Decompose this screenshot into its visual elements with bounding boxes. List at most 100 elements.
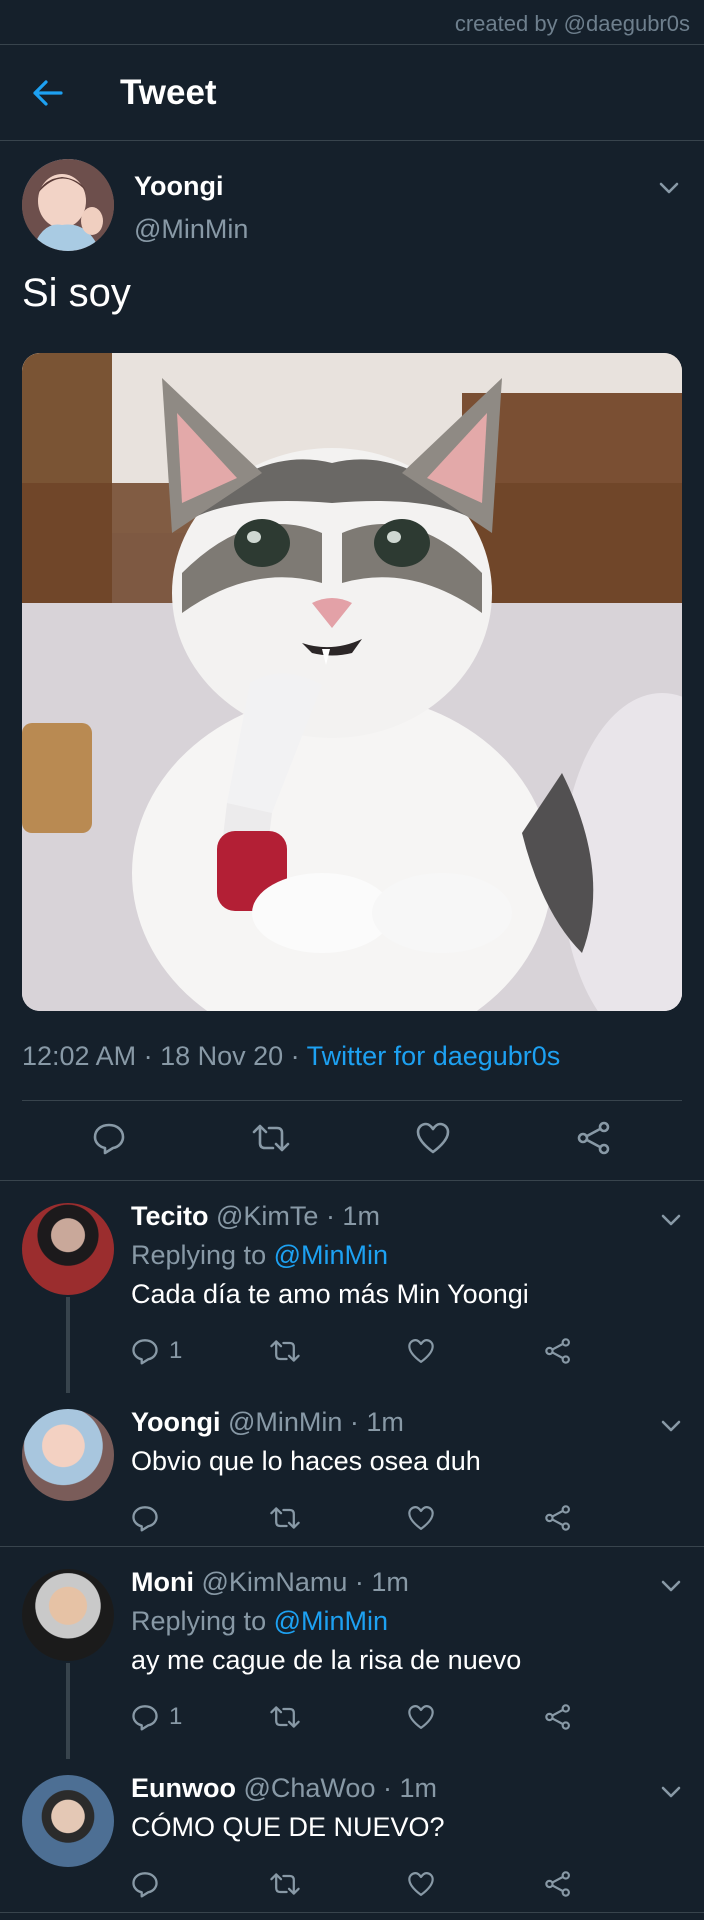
reply-action-bar: 1 <box>131 1321 682 1381</box>
like-button[interactable] <box>415 1121 451 1160</box>
heart-icon <box>407 1705 434 1729</box>
back-arrow-icon <box>33 79 63 106</box>
reply-item[interactable]: Moni @KimNamu · 1m Replying to @MinMin a… <box>0 1547 704 1759</box>
tweet-source-link[interactable]: Twitter for daegubr0s <box>307 1041 561 1071</box>
reply-button[interactable]: 1 <box>131 1703 269 1731</box>
retweet-button[interactable] <box>269 1504 407 1532</box>
retweet-button[interactable] <box>251 1121 291 1160</box>
author-handle[interactable]: @MinMin <box>134 214 248 245</box>
share-icon <box>545 1505 571 1531</box>
share-icon <box>545 1704 571 1730</box>
chevron-down-icon <box>659 182 679 194</box>
chevron-down-icon <box>661 1580 681 1592</box>
avatar[interactable] <box>22 159 114 251</box>
retweet-icon <box>252 1124 290 1152</box>
reply-meta: @MinMin · 1m <box>220 1407 404 1437</box>
share-icon <box>545 1871 571 1897</box>
replying-label: Replying to <box>131 1606 274 1636</box>
avatar-image <box>22 159 114 251</box>
retweet-button[interactable] <box>269 1703 407 1731</box>
reply-text: ay me cague de la risa de nuevo <box>131 1645 522 1675</box>
retweet-icon <box>270 1873 300 1895</box>
like-button[interactable] <box>407 1337 545 1365</box>
cat-photo <box>22 353 682 1011</box>
reply-meta: @KimTe · 1m <box>208 1201 380 1231</box>
retweet-icon <box>270 1507 300 1529</box>
reply-button[interactable]: 1 <box>131 1337 269 1365</box>
reply-icon <box>93 1123 125 1155</box>
reply-count: 1 <box>169 1703 183 1730</box>
reply-menu-button[interactable] <box>660 1579 682 1598</box>
reply-text: Cada día te amo más Min Yoongi <box>131 1279 529 1309</box>
watermark-text: created by @daegubr0s <box>0 0 704 45</box>
reply-menu-button[interactable] <box>660 1213 682 1232</box>
reply-text: Obvio que lo haces osea duh <box>131 1446 481 1476</box>
reply-item[interactable]: Yoongi @MinMin · 1m Obvio que lo haces o… <box>0 1387 704 1547</box>
share-icon <box>577 1121 610 1155</box>
reply-button[interactable] <box>131 1870 269 1898</box>
reply-button[interactable] <box>92 1121 126 1160</box>
page-title: Tweet <box>120 72 217 112</box>
retweet-icon <box>270 1340 300 1362</box>
reply-icon <box>132 1506 158 1532</box>
retweet-button[interactable] <box>269 1870 407 1898</box>
reply-count: 1 <box>169 1337 183 1364</box>
avatar[interactable] <box>22 1569 114 1661</box>
thread-line <box>66 1663 70 1759</box>
back-button[interactable] <box>30 75 66 111</box>
tweet-menu-button[interactable] <box>658 181 680 200</box>
reply-author-name[interactable]: Eunwoo <box>131 1773 236 1803</box>
reply-item[interactable]: Eunwoo @ChaWoo · 1m CÓMO QUE DE NUEVO? <box>0 1753 704 1913</box>
author-name[interactable]: Yoongi <box>134 171 248 202</box>
tweet-meta: 12:02 AM · 18 Nov 20 · Twitter for daegu… <box>22 1041 682 1101</box>
heart-icon <box>407 1506 434 1530</box>
reply-button[interactable] <box>131 1504 269 1532</box>
top-bar: Tweet <box>0 45 704 141</box>
reply-author-name[interactable]: Tecito <box>131 1201 209 1231</box>
retweet-button[interactable] <box>269 1337 407 1365</box>
share-icon <box>545 1338 571 1364</box>
main-tweet: Yoongi @MinMin Si soy 12:02 AM · 18 Nov … <box>0 141 704 1181</box>
replying-mention[interactable]: @MinMin <box>274 1240 388 1270</box>
reply-meta: @KimNamu · 1m <box>193 1567 409 1597</box>
share-button[interactable] <box>544 1870 682 1898</box>
share-button[interactable] <box>544 1504 682 1532</box>
reply-action-bar: 1 <box>131 1687 682 1747</box>
share-button[interactable] <box>544 1703 682 1731</box>
reply-meta: @ChaWoo · 1m <box>235 1773 437 1803</box>
replying-mention[interactable]: @MinMin <box>274 1606 388 1636</box>
retweet-icon <box>270 1706 300 1728</box>
chevron-down-icon <box>661 1420 681 1432</box>
tweet-action-bar <box>0 1101 704 1181</box>
reply-action-bar <box>131 1488 682 1548</box>
reply-action-bar <box>131 1854 682 1914</box>
like-button[interactable] <box>407 1703 545 1731</box>
reply-icon <box>132 1872 158 1898</box>
avatar[interactable] <box>22 1203 114 1295</box>
chevron-down-icon <box>661 1786 681 1798</box>
tweet-text: Si soy <box>22 271 131 315</box>
share-button[interactable] <box>576 1121 612 1160</box>
heart-icon <box>416 1122 450 1154</box>
like-button[interactable] <box>407 1870 545 1898</box>
reply-item[interactable]: Tecito @KimTe · 1m Replying to @MinMin C… <box>0 1181 704 1393</box>
like-button[interactable] <box>407 1504 545 1532</box>
reply-icon <box>132 1705 158 1731</box>
reply-icon <box>132 1339 158 1365</box>
chevron-down-icon <box>661 1214 681 1226</box>
replying-label: Replying to <box>131 1240 274 1270</box>
reply-text: CÓMO QUE DE NUEVO? <box>131 1812 445 1842</box>
heart-icon <box>407 1339 434 1363</box>
reply-menu-button[interactable] <box>660 1785 682 1804</box>
reply-menu-button[interactable] <box>660 1419 682 1438</box>
tweet-timestamp: 12:02 AM · 18 Nov 20 · <box>22 1041 307 1071</box>
thread-line <box>66 1297 70 1393</box>
reply-author-name[interactable]: Yoongi <box>131 1407 220 1437</box>
avatar[interactable] <box>22 1775 114 1867</box>
reply-author-name[interactable]: Moni <box>131 1567 194 1597</box>
share-button[interactable] <box>544 1337 682 1365</box>
avatar[interactable] <box>22 1409 114 1501</box>
tweet-author: Yoongi @MinMin <box>22 141 682 269</box>
heart-icon <box>407 1872 434 1896</box>
tweet-image[interactable] <box>22 353 682 1011</box>
